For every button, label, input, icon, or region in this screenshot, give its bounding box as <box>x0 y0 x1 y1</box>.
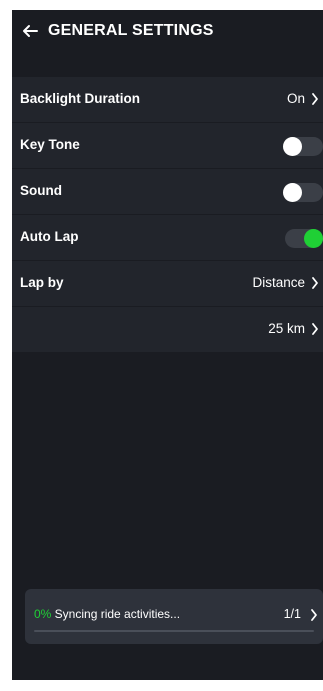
sync-count: 1/1 <box>283 607 301 621</box>
setting-label: Backlight Duration <box>20 91 141 106</box>
chevron-right-icon <box>312 277 318 289</box>
setting-label: Lap by <box>20 275 64 290</box>
setting-value: 25 km <box>268 321 305 336</box>
setting-backlight-duration[interactable]: Backlight Duration On <box>12 77 323 123</box>
sync-status-card[interactable]: 0% Syncing ride activities... 1/1 <box>25 589 323 644</box>
setting-label: Sound <box>20 183 62 198</box>
page-title: GENERAL SETTINGS <box>48 22 214 39</box>
chevron-right-icon <box>312 93 318 105</box>
setting-key-tone: Key Tone <box>12 123 323 169</box>
key-tone-toggle[interactable] <box>283 137 323 156</box>
toggle-knob <box>304 229 323 248</box>
sound-toggle[interactable] <box>283 183 323 202</box>
setting-lap-by[interactable]: Lap by Distance <box>12 261 323 307</box>
chevron-right-icon <box>311 609 317 621</box>
auto-lap-toggle[interactable] <box>285 229 323 248</box>
settings-list: Backlight Duration On Key Tone Sound Aut… <box>12 77 323 353</box>
header: GENERAL SETTINGS <box>12 10 323 74</box>
arrow-left-icon[interactable] <box>22 23 38 39</box>
setting-label: Key Tone <box>20 137 80 152</box>
sync-status-text: 0% Syncing ride activities... <box>34 607 180 621</box>
sync-percent: 0% <box>34 607 52 621</box>
setting-lap-distance[interactable]: 25 km <box>12 307 323 353</box>
sync-message: Syncing ride activities... <box>51 607 181 621</box>
toggle-knob <box>283 183 302 202</box>
chevron-right-icon <box>312 323 318 335</box>
setting-auto-lap: Auto Lap <box>12 215 323 261</box>
toggle-knob <box>283 137 302 156</box>
setting-sound: Sound <box>12 169 323 215</box>
setting-value: Distance <box>252 275 305 290</box>
setting-label: Auto Lap <box>20 229 79 244</box>
setting-value: On <box>286 91 305 106</box>
sync-progress-bar <box>34 630 314 632</box>
settings-screen: GENERAL SETTINGS Backlight Duration On K… <box>12 10 323 680</box>
